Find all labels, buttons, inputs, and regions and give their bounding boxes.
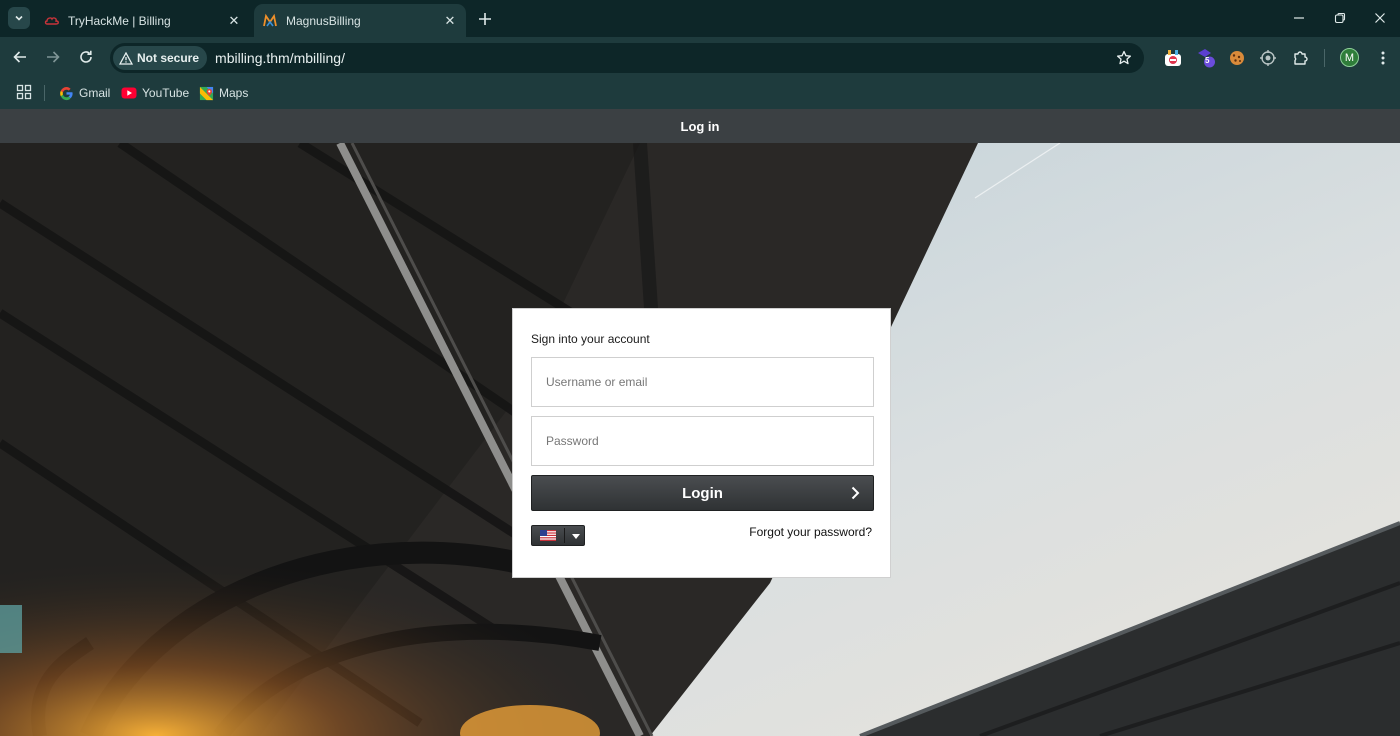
- toolbar-separator: [1324, 49, 1325, 67]
- login-button[interactable]: Login: [531, 475, 874, 511]
- extension-button[interactable]: [1257, 47, 1279, 69]
- close-window-button[interactable]: [1366, 6, 1394, 30]
- bookmarks-separator: [44, 85, 45, 101]
- restore-button[interactable]: [1326, 6, 1354, 30]
- page-header: Log in: [0, 109, 1400, 143]
- arrow-right-icon: [47, 51, 60, 63]
- login-card: Sign into your account Login Forgot your…: [512, 308, 891, 578]
- plus-icon: [479, 13, 491, 25]
- security-label: Not secure: [137, 51, 200, 65]
- minimize-icon: [1294, 17, 1304, 19]
- cookie-icon: [1230, 51, 1244, 65]
- security-indicator[interactable]: Not secure: [113, 46, 208, 70]
- minimize-button[interactable]: [1285, 6, 1313, 30]
- reload-icon: [80, 50, 92, 63]
- password-input[interactable]: [532, 417, 873, 465]
- tab-title: TryHackMe | Billing: [68, 13, 171, 28]
- back-button[interactable]: [8, 45, 32, 69]
- extension-badge: 5: [1205, 56, 1210, 65]
- profile-avatar[interactable]: M: [1340, 48, 1359, 67]
- bookmark-label: YouTube: [142, 86, 190, 100]
- tab-magnusbilling[interactable]: MagnusBilling ✕: [254, 4, 466, 37]
- username-field[interactable]: [531, 357, 874, 407]
- apps-grid-icon[interactable]: [16, 84, 32, 100]
- username-input[interactable]: [532, 358, 873, 406]
- tryhackme-favicon-icon: [44, 13, 60, 29]
- login-button-label: Login: [682, 484, 723, 502]
- bookmark-youtube[interactable]: YouTube: [121, 83, 189, 103]
- caret-down-icon: [572, 533, 580, 539]
- page-title: Log in: [680, 118, 720, 134]
- tab-strip: TryHackMe | Billing ✕ MagnusBilling ✕: [0, 0, 1400, 37]
- bookmark-gmail[interactable]: Gmail: [58, 83, 110, 103]
- us-flag-icon: [540, 530, 556, 541]
- extension-button[interactable]: [1162, 47, 1184, 69]
- puzzle-icon: [1294, 51, 1308, 65]
- maps-icon: [198, 85, 214, 101]
- browser-menu-button[interactable]: [1372, 47, 1394, 69]
- close-icon[interactable]: ✕: [224, 11, 244, 31]
- language-select[interactable]: [531, 525, 585, 546]
- password-field[interactable]: [531, 416, 874, 466]
- tab-search-button[interactable]: [8, 7, 30, 29]
- more-vertical-icon: [1381, 51, 1385, 65]
- tab-title: MagnusBilling: [286, 13, 361, 28]
- select-divider: [564, 528, 565, 543]
- target-icon: [1260, 50, 1276, 66]
- extensions-menu-button[interactable]: [1290, 47, 1312, 69]
- forgot-password-link[interactable]: Forgot your password?: [749, 525, 872, 539]
- browser-toolbar: Not secure mbilling.thm/mbilling/ 5 M: [0, 37, 1400, 77]
- restore-icon: [1334, 12, 1346, 24]
- bookmark-maps[interactable]: Maps: [198, 83, 248, 103]
- star-icon: [1116, 50, 1132, 65]
- new-tab-button[interactable]: [474, 8, 496, 30]
- arrow-left-icon: [13, 51, 26, 63]
- warning-icon: [119, 51, 133, 65]
- magnusbilling-favicon-icon: [262, 13, 278, 29]
- close-icon: [1375, 13, 1385, 23]
- login-card-title: Sign into your account: [531, 332, 650, 346]
- extension-button[interactable]: [1226, 47, 1248, 69]
- bookmarks-bar: Gmail YouTube Maps: [0, 77, 1400, 109]
- url-text[interactable]: mbilling.thm/mbilling/: [215, 50, 345, 66]
- tab-tryhackme[interactable]: TryHackMe | Billing ✕: [36, 4, 250, 37]
- chevron-right-icon: [851, 486, 860, 500]
- bookmark-label: Maps: [219, 86, 249, 100]
- extension-button[interactable]: 5: [1195, 47, 1217, 69]
- google-icon: [58, 85, 74, 101]
- extension-app-icon: [1165, 50, 1181, 66]
- forward-button[interactable]: [41, 45, 65, 69]
- bookmark-label: Gmail: [79, 86, 111, 100]
- chevron-down-icon: [15, 15, 23, 21]
- close-icon[interactable]: ✕: [440, 11, 460, 31]
- address-bar[interactable]: Not secure mbilling.thm/mbilling/: [110, 43, 1144, 73]
- bookmark-star-button[interactable]: [1114, 48, 1134, 68]
- youtube-icon: [121, 85, 137, 101]
- reload-button[interactable]: [74, 45, 98, 69]
